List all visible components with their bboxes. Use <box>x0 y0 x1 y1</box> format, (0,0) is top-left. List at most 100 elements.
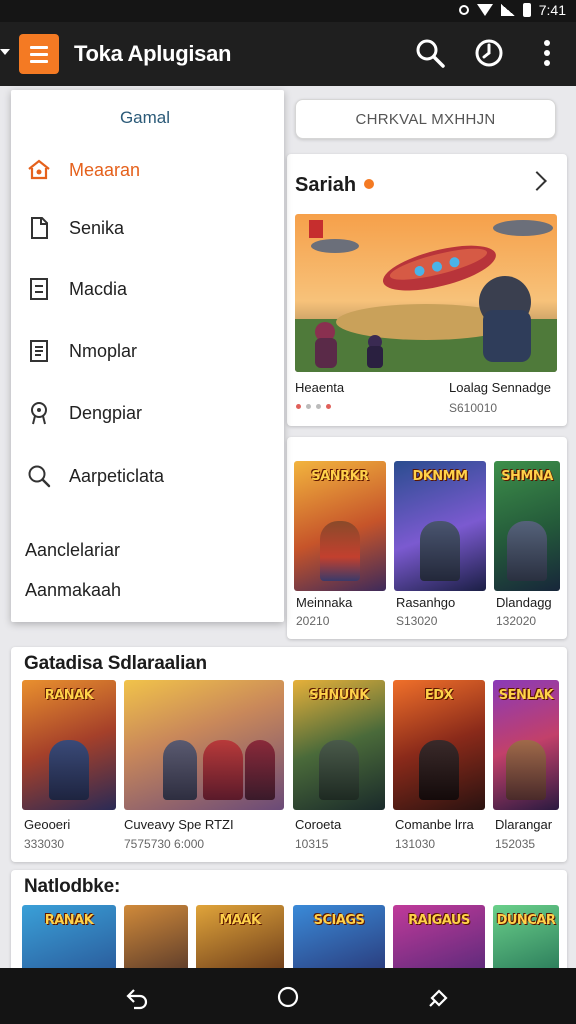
clock-icon[interactable] <box>472 36 506 70</box>
system-nav-bar <box>0 968 576 1024</box>
game-title: Rasanhgo <box>396 595 456 610</box>
drawer-item-label: Meaaran <box>69 159 141 180</box>
game-tile[interactable] <box>124 905 188 975</box>
filter-chip[interactable]: CHRKVAL MXHHJN <box>295 99 556 139</box>
section-title: Natlodbke: <box>24 876 121 897</box>
carousel-indicator <box>296 404 331 409</box>
wifi-icon <box>476 4 493 16</box>
game-tile[interactable]: SHNUNK <box>293 680 385 810</box>
game-subtitle: 132020 <box>496 614 537 628</box>
drawer-item-label: Nmoplar <box>69 340 138 361</box>
game-subtitle: S13020 <box>396 614 438 628</box>
game-title: Dlandagg <box>496 595 552 610</box>
chevron-right-icon[interactable] <box>527 171 547 191</box>
game-title: Geooeri <box>24 817 71 832</box>
featured-caption-right: Loalag Sennadge <box>449 380 551 395</box>
hamburger-icon <box>30 45 48 49</box>
carousel-dot <box>296 404 301 409</box>
drawer-indicator-icon <box>0 49 10 55</box>
tile-title-art: EDX <box>424 688 454 703</box>
drawer-item-nmoplar[interactable]: Nmoplar <box>25 331 275 371</box>
status-time: 7:41 <box>538 2 566 18</box>
alarm-icon <box>458 5 469 15</box>
game-tile[interactable]: MAAK <box>196 905 284 975</box>
drawer-item-label: Senika <box>69 217 125 238</box>
game-tile[interactable]: SANRKR <box>294 461 386 591</box>
game-tile[interactable]: RAIGAUS <box>393 905 485 975</box>
game-subtitle: 333030 <box>24 837 65 851</box>
search-icon[interactable] <box>413 36 447 70</box>
drawer-item-label: Aarpeticlata <box>69 465 165 486</box>
tile-title-art: RANAK <box>44 913 94 928</box>
game-tile[interactable]: EDX <box>393 680 485 810</box>
carousel-dot <box>306 404 311 409</box>
game-tile[interactable]: RANAK <box>22 905 116 975</box>
game-title: Dlarangar <box>495 817 553 832</box>
game-tile[interactable] <box>124 680 284 810</box>
document-lines-icon <box>25 275 53 303</box>
drawer-item-label: Macdia <box>69 278 128 299</box>
section-row: Gatadisa Sdlaraalian RANAK Geooeri 33303… <box>11 647 567 862</box>
drawer-item-aarpeticlata[interactable]: Aarpeticlata <box>25 456 275 496</box>
tile-title-art: DUNCAR <box>496 913 556 928</box>
game-tile[interactable]: RANAK <box>22 680 116 810</box>
game-subtitle: 152035 <box>495 837 536 851</box>
featured-subtext-right: S610010 <box>449 401 498 415</box>
game-tile[interactable]: SENLAK <box>493 680 559 810</box>
game-subtitle: 10315 <box>295 837 329 851</box>
tile-title-art: SHMNA <box>501 469 553 484</box>
status-bar: 7:41 <box>0 0 576 22</box>
featured-card: Sariah Heaenta Loalag Sennadge S610010 <box>287 154 567 426</box>
game-title: Meinnaka <box>296 595 353 610</box>
navigation-drawer: Gamal Meaaran Senika Macdia Nmoplar Deng… <box>11 90 284 622</box>
tile-title-art: RANAK <box>44 688 94 703</box>
drawer-footer-link[interactable]: Aanclelariar <box>25 540 120 561</box>
home-icon[interactable] <box>275 984 301 1010</box>
badge-icon <box>25 399 53 427</box>
game-title: Coroeta <box>295 817 342 832</box>
tile-title-art: SENLAK <box>498 688 554 703</box>
more-vert-icon[interactable] <box>530 36 564 70</box>
drawer-item-senika[interactable]: Senika <box>25 208 275 248</box>
game-tile[interactable]: SCIAGS <box>293 905 385 975</box>
featured-title: Sariah <box>295 174 357 196</box>
games-card: SANRKR Meinnaka 20210 DKNMM Rasanhgo S13… <box>287 437 567 639</box>
tile-title-art: SHNUNK <box>309 688 369 703</box>
home-icon <box>25 156 53 184</box>
drawer-item-macdia[interactable]: Macdia <box>25 269 275 309</box>
tile-title-art: SANRKR <box>311 469 369 484</box>
game-subtitle: 20210 <box>296 614 330 628</box>
section-title: Gatadisa Sdlaraalian <box>24 653 207 674</box>
drawer-item-meaaran[interactable]: Meaaran <box>25 150 275 190</box>
signal-icon <box>500 4 515 16</box>
search-icon <box>25 462 53 490</box>
battery-icon <box>522 3 531 17</box>
tile-title-art: RAIGAUS <box>408 913 470 928</box>
drawer-item-dengpiar[interactable]: Dengpiar <box>25 393 275 433</box>
tile-title-art: MAAK <box>219 913 261 928</box>
app-title: Toka Aplugisan <box>74 41 232 66</box>
recents-icon[interactable] <box>426 984 452 1010</box>
featured-banner-image[interactable] <box>295 214 557 372</box>
section-row: Natlodbke: RANAK MAAK SCIAGS RAIGAUS DUN… <box>11 870 567 980</box>
carousel-dot <box>316 404 321 409</box>
game-tile[interactable]: SHMNA <box>494 461 560 591</box>
drawer-header: Gamal <box>119 108 171 127</box>
game-subtitle: 7575730 6:000 <box>124 837 205 851</box>
tile-title-art: SCIAGS <box>313 913 365 928</box>
game-subtitle: 131030 <box>395 837 436 851</box>
hamburger-menu-button[interactable] <box>19 34 59 74</box>
new-dot-icon <box>364 179 374 189</box>
game-title: Cuveavy Spe RTZI <box>124 817 234 832</box>
featured-caption-left: Heaenta <box>295 380 345 395</box>
document-icon <box>25 214 53 242</box>
drawer-item-label: Dengpiar <box>69 402 143 423</box>
game-title: Comanbe lrra <box>395 817 474 832</box>
list-document-icon <box>25 337 53 365</box>
game-tile[interactable]: DUNCAR <box>493 905 559 975</box>
drawer-footer-link[interactable]: Aanmakaah <box>25 580 121 601</box>
back-icon[interactable] <box>124 984 150 1010</box>
status-icons: 7:41 <box>458 2 566 18</box>
carousel-dot <box>326 404 331 409</box>
game-tile[interactable]: DKNMM <box>394 461 486 591</box>
